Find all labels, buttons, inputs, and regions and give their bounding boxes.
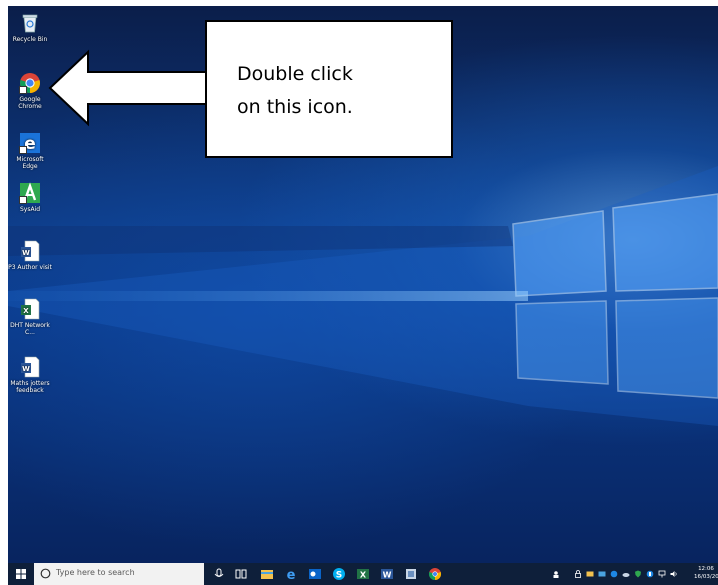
network-share-icon[interactable] [598,570,606,578]
clock-date: 16/03/20 [694,574,718,580]
cortana-mic-icon[interactable] [212,567,226,581]
shield-icon[interactable] [634,570,642,578]
svg-text:W: W [22,365,30,373]
desktop-icon-label: SysAid [19,206,41,213]
desktop-icon-recycle-bin[interactable]: Recycle Bin [8,12,52,43]
edge-icon[interactable]: e [284,567,298,581]
file-explorer-icon[interactable] [260,567,274,581]
desktop-icon-p3-author-visit[interactable]: W P3 Author visit [8,240,52,271]
desktop-icon-label: Microsoft Edge [16,156,44,170]
shortcut-arrow-icon [19,146,27,154]
clock-time: 12:06 [698,566,714,572]
network-icon[interactable] [658,570,666,578]
sysaid-icon [19,182,41,204]
outlook-icon[interactable] [308,567,322,581]
taskbar-search-input[interactable]: Type here to search [34,563,204,585]
taskbar-clock[interactable]: 12:06 16/03/20 [694,565,718,581]
instruction-callout: Double click on this icon. [205,20,453,158]
search-placeholder: Type here to search [56,568,135,577]
svg-text:S: S [336,571,342,581]
svg-text:X: X [23,307,29,315]
word-document-icon: W [19,356,41,378]
word-document-icon: W [19,240,41,262]
sync-icon[interactable] [610,570,618,578]
task-view-icon[interactable] [234,567,248,581]
svg-text:W: W [22,249,30,257]
desktop-icon-microsoft-edge[interactable]: e Microsoft Edge [8,132,52,170]
shortcut-arrow-icon [19,196,27,204]
desktop-icon-label: DHT Network C... [10,322,50,336]
edge-icon: e [19,132,41,154]
shortcut-arrow-icon [19,86,27,94]
excel-document-icon: X [19,298,41,320]
desktop-icon-label: P3 Author visit [8,264,52,271]
desktop-icon-label: Google Chrome [18,96,42,110]
lock-icon[interactable] [574,570,582,578]
volume-icon[interactable] [670,570,678,578]
chrome-icon [19,72,41,94]
svg-text:e: e [287,568,296,581]
mail-tray-icon[interactable] [586,570,594,578]
desktop-icon-dht-network[interactable]: X DHT Network C... [8,298,52,336]
excel-icon[interactable]: X [356,567,370,581]
desktop-screen: Recycle Bin Google Chrome e Microsoft Ed… [8,6,718,585]
skype-icon[interactable]: S [332,567,346,581]
cloud-icon[interactable] [622,570,630,578]
pointer-arrow-icon [48,49,207,127]
word-icon[interactable]: W [380,567,394,581]
taskbar: Type here to search e S X W 12:06 16/03/… [8,563,718,585]
search-icon [40,568,51,579]
desktop-icon-maths-jotters-feedback[interactable]: W Maths jotters feedback [8,356,52,394]
security-center-icon[interactable] [646,570,654,578]
recycle-bin-icon [19,12,41,34]
chrome-icon[interactable] [428,567,442,581]
desktop-icon-label: Maths jotters feedback [10,380,50,394]
start-button[interactable] [8,563,34,585]
callout-text: Double click on this icon. [237,63,353,118]
svg-text:X: X [360,571,367,580]
windows-logo-icon [16,569,26,579]
files-icon[interactable] [404,567,418,581]
desktop-icon-sysaid[interactable]: SysAid [8,182,52,213]
svg-text:W: W [383,571,392,580]
desktop-icon-google-chrome[interactable]: Google Chrome [8,72,52,110]
people-icon[interactable] [552,570,560,578]
desktop-icon-label: Recycle Bin [12,36,48,43]
